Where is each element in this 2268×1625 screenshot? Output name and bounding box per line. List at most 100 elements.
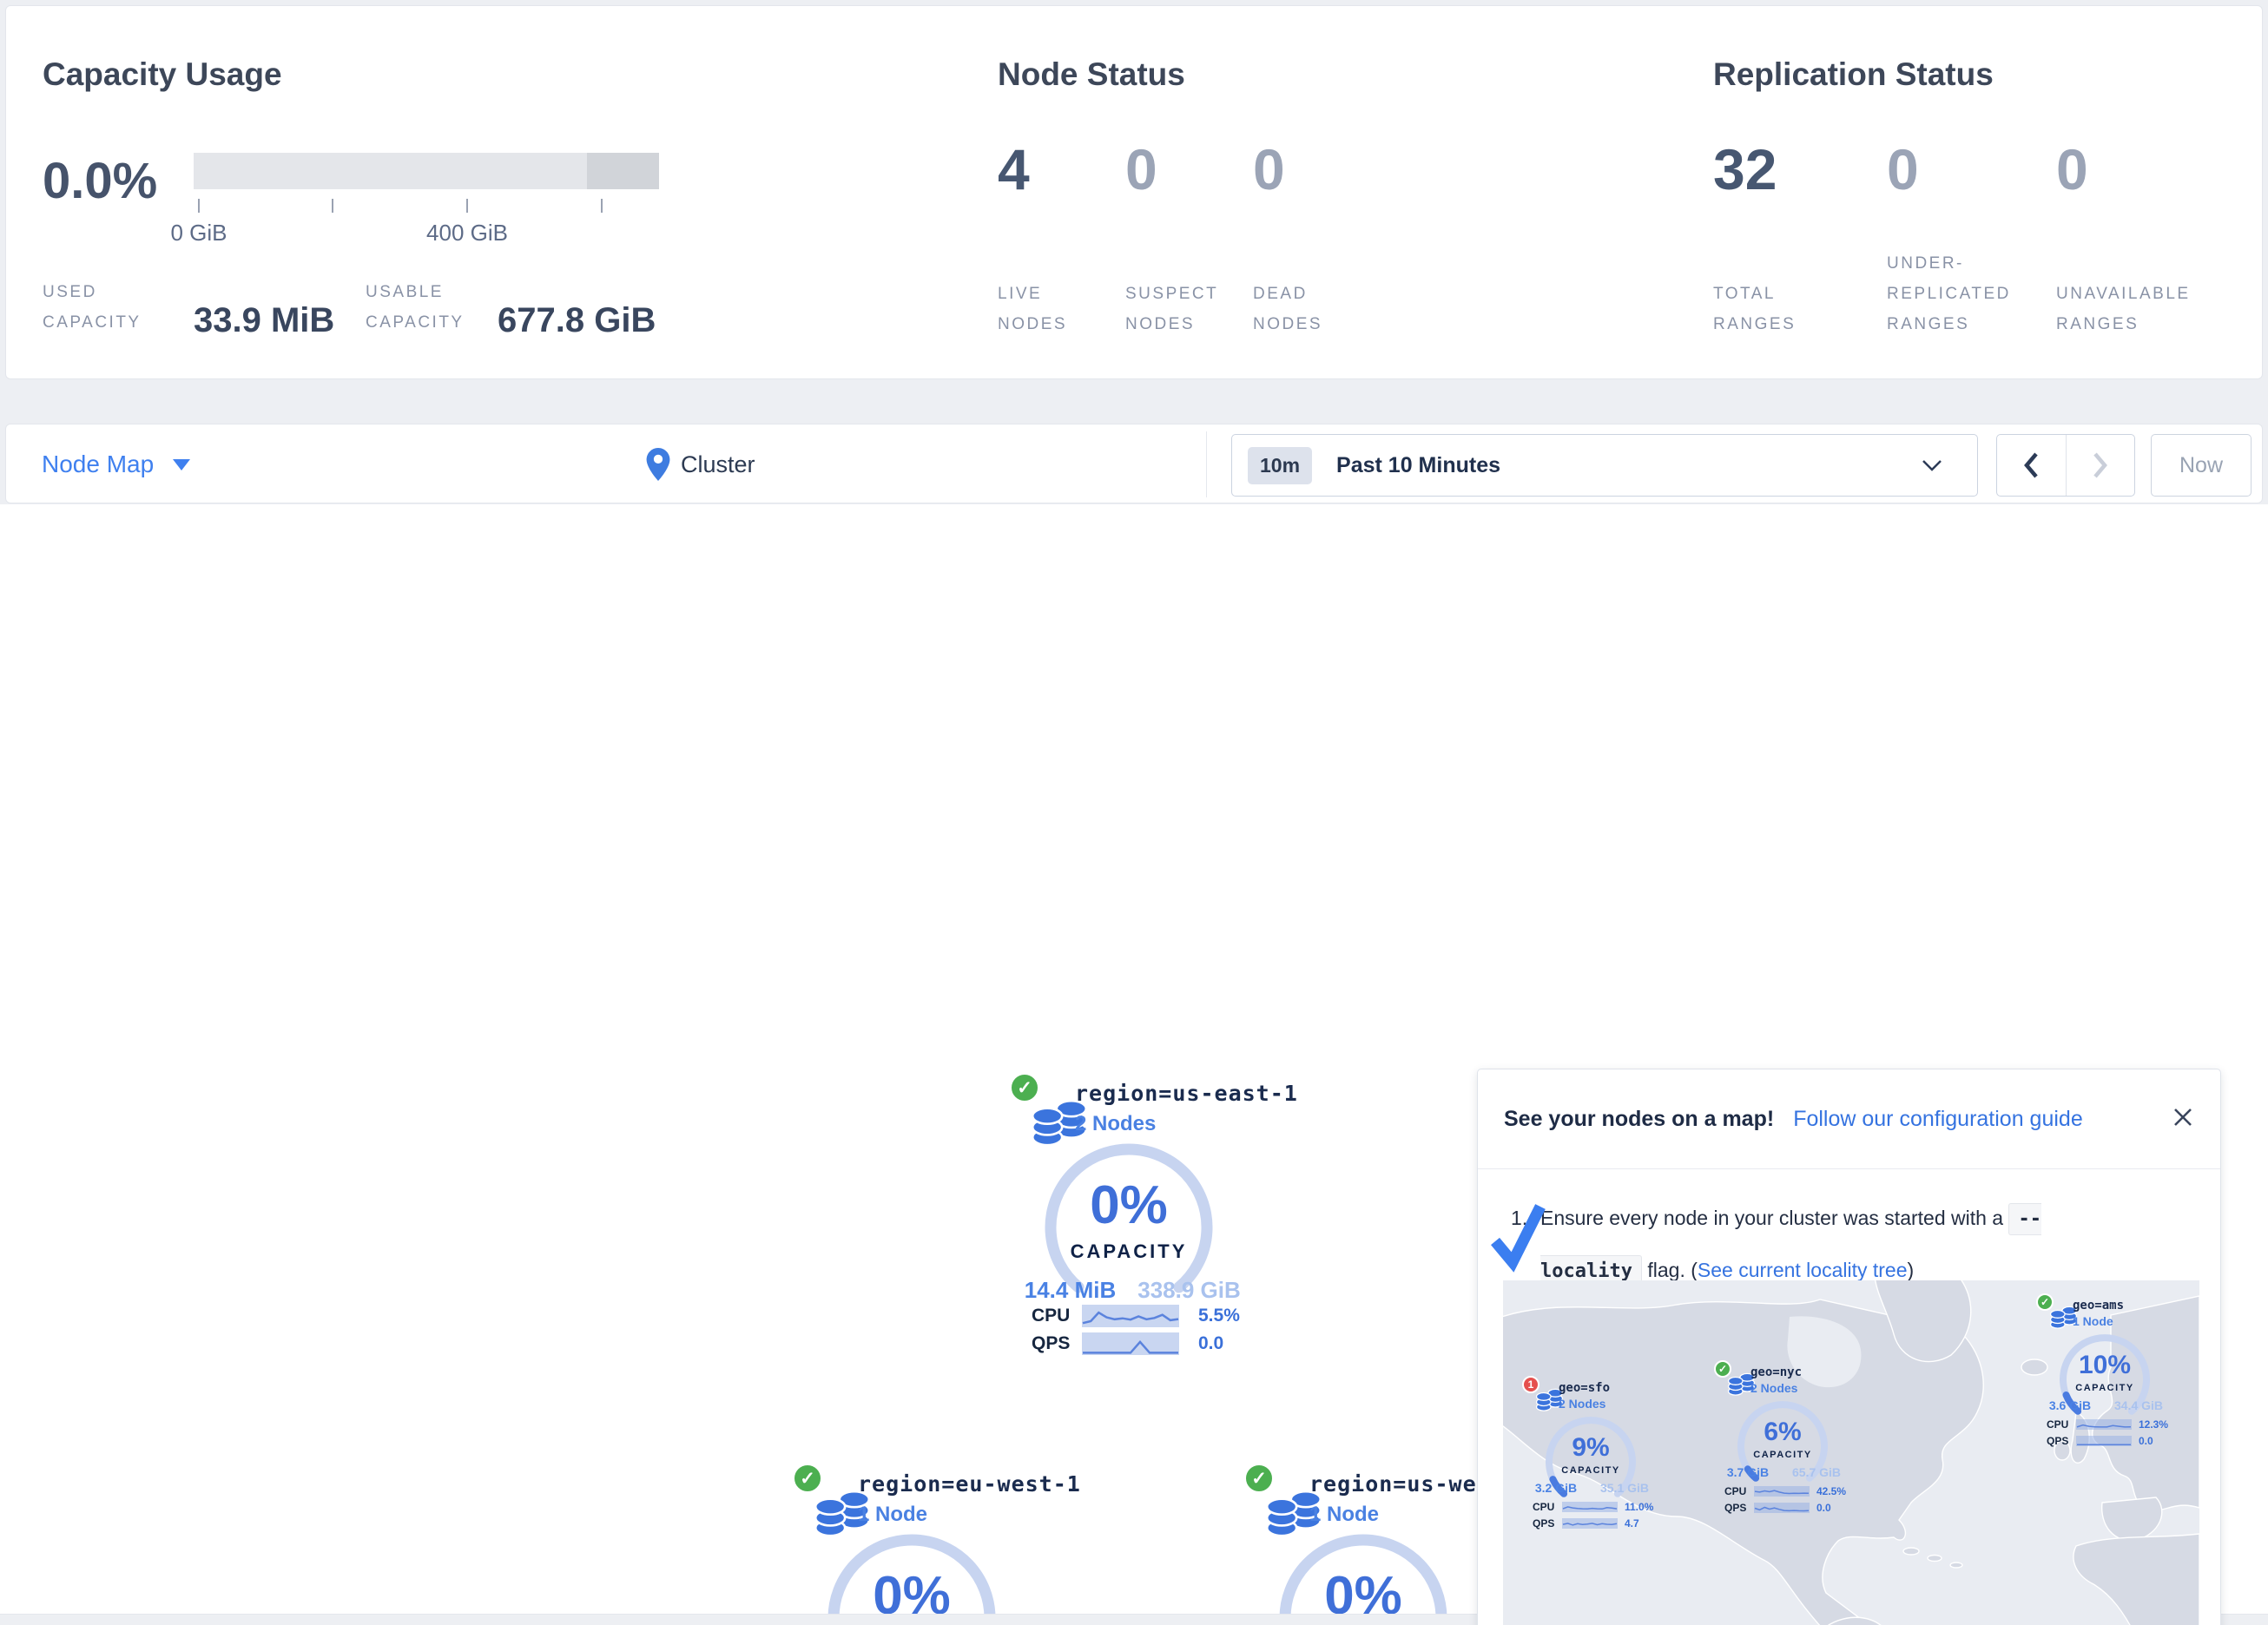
locality-name: region=eu-west-1 <box>858 1471 1081 1497</box>
close-icon[interactable] <box>2168 1102 2198 1132</box>
breadcrumb-label: Cluster <box>681 451 755 478</box>
live-nodes-label: LIVE NODES <box>998 256 1102 339</box>
live-nodes-count: 4 <box>998 136 1145 202</box>
used-capacity-value: 33.9 MiB <box>194 301 334 340</box>
locality-nodes-link[interactable]: 2 Nodes <box>1750 1381 1797 1395</box>
locality-name: geo=ams <box>2073 1299 2124 1312</box>
cluster-summary-card: Capacity Usage 0.0% 0 GiB 400 GiB USED C… <box>5 5 2263 379</box>
locality-tree-link[interactable]: See current locality tree <box>1698 1259 1908 1281</box>
total-ranges-count: 32 <box>1713 136 1861 202</box>
capacity-percent: 10% <box>2056 1351 2153 1380</box>
axis-tick-label: 0 GiB <box>170 220 227 247</box>
cpu-value: 42.5% <box>1816 1485 1846 1497</box>
time-range-label: Past 10 Minutes <box>1336 453 1500 478</box>
time-back-button[interactable] <box>1997 435 2066 496</box>
status-ok-icon: ✓ <box>792 1463 823 1494</box>
chevron-down-icon <box>173 459 190 470</box>
chevron-left-icon <box>2022 451 2040 479</box>
qps-label: QPS <box>1533 1517 1562 1530</box>
nodes-on-map-panel: See your nodes on a map! Follow our conf… <box>1477 1069 2221 1625</box>
capacity-bar-reserved-segment <box>587 153 659 189</box>
axis-tick-label: 400 GiB <box>426 220 508 247</box>
cpu-sparkline <box>1754 1486 1810 1497</box>
locality-nodes-link[interactable]: 2 Nodes <box>1559 1397 1605 1411</box>
time-forward-button[interactable] <box>2066 435 2135 496</box>
capacity-used-value: 3.2 GiB <box>1517 1481 1595 1495</box>
axis-tick <box>466 199 468 213</box>
capacity-percent: 6% <box>1734 1418 1831 1447</box>
capacity-usage-bar <box>194 153 659 189</box>
configuration-guide-link[interactable]: Follow our configuration guide <box>1793 1107 2083 1132</box>
cpu-label: CPU <box>1032 1306 1082 1326</box>
panel-header: See your nodes on a map! Follow our conf… <box>1478 1069 2220 1169</box>
cluster-overview-page: Capacity Usage 0.0% 0 GiB 400 GiB USED C… <box>0 0 2268 1625</box>
alert-badge: 1 <box>1522 1376 1539 1393</box>
qps-metric-row: QPS 0.0 <box>2047 1435 2153 1447</box>
capacity-caption: CAPACITY <box>2056 1383 2153 1393</box>
step-text: Ensure every node in your cluster was st… <box>1540 1207 2008 1229</box>
locality-nodes-link[interactable]: 1 Node <box>1309 1503 1379 1527</box>
locality-nodes-link[interactable]: 2 Nodes <box>1075 1112 1156 1136</box>
chevron-down-icon <box>1922 459 1942 471</box>
qps-value: 0.0 <box>1198 1333 1223 1354</box>
breadcrumb[interactable]: Cluster <box>646 444 755 485</box>
map-pin-icon <box>646 448 670 481</box>
cpu-value: 11.0% <box>1625 1501 1653 1513</box>
status-ok-icon: ✓ <box>1714 1360 1731 1378</box>
locality-nodes-link[interactable]: 1 Node <box>858 1503 927 1527</box>
step-text: ) <box>1908 1259 1915 1281</box>
usable-capacity-label: USABLE CAPACITY <box>366 277 518 338</box>
qps-sparkline <box>1082 1332 1179 1355</box>
qps-metric-row: QPS 0.0 <box>1724 1502 1831 1514</box>
usable-capacity-value: 677.8 GiB <box>498 301 656 340</box>
time-range-dropdown[interactable]: 10m Past 10 Minutes <box>1231 434 1978 497</box>
cpu-sparkline <box>1082 1305 1179 1327</box>
cpu-value: 12.3% <box>2139 1418 2168 1431</box>
locality-group-us-east-1: ✓ region=us-east-1 2 Nodes 0% CAPACITY 1… <box>1007 1069 1255 1360</box>
map-locality-geo-ams: ✓ geo=ams 1 Node 10% CAPACITY 3.6 GiB 34… <box>2036 1293 2175 1454</box>
cpu-value: 5.5% <box>1198 1306 1240 1326</box>
blue-checkmark-icon <box>1490 1198 1547 1278</box>
locality-name: geo=sfo <box>1559 1381 1610 1395</box>
world-map: 1 geo=sfo 2 Nodes 9% CAPACITY 3.2 GiB 35… <box>1503 1280 2199 1625</box>
dashboard-toolbar: Node Map Cluster 10m Past 10 Minutes <box>5 424 2263 503</box>
qps-label: QPS <box>1032 1333 1082 1354</box>
capacity-total-value: 35.1 GiB <box>1586 1481 1664 1495</box>
qps-value: 4.7 <box>1625 1517 1639 1530</box>
axis-tick <box>198 199 200 213</box>
axis-tick <box>601 199 603 213</box>
map-locality-geo-sfo: 1 geo=sfo 2 Nodes 9% CAPACITY 3.2 GiB 35… <box>1522 1376 1661 1536</box>
qps-sparkline <box>2076 1436 2132 1446</box>
status-ok-icon: ✓ <box>1009 1072 1040 1103</box>
locality-nodes-link[interactable]: 1 Node <box>2073 1314 2113 1328</box>
capacity-used-value: 14.4 MiB <box>1012 1277 1129 1304</box>
cpu-sparkline <box>1562 1502 1618 1512</box>
capacity-usage-percent: 0.0% <box>43 152 157 210</box>
under-replicated-label: UNDER-REPLICATED RANGES <box>1887 256 2047 339</box>
under-replicated-count: 0 <box>1887 136 2034 202</box>
qps-value: 0.0 <box>1816 1502 1831 1514</box>
total-ranges-label: TOTAL RANGES <box>1713 256 1817 339</box>
locality-name: geo=nyc <box>1750 1365 1802 1379</box>
locality-group-eu-west-1: ✓ region=eu-west-1 1 Node 0% CAPACITY 9.… <box>790 1459 1038 1625</box>
now-button[interactable]: Now <box>2151 434 2252 497</box>
time-pager <box>1996 434 2135 497</box>
map-locality-geo-nyc: ✓ geo=nyc 2 Nodes 6% CAPACITY 3.7 GiB 65… <box>1714 1360 1853 1521</box>
qps-metric-row: QPS 0.0 <box>1032 1332 1223 1355</box>
capacity-usage-title: Capacity Usage <box>43 56 282 93</box>
dead-nodes-count: 0 <box>1253 136 1401 202</box>
qps-sparkline <box>1562 1518 1618 1529</box>
replication-status-title: Replication Status <box>1713 56 1994 93</box>
now-button-label: Now <box>2179 453 2223 478</box>
capacity-percent: 0% <box>1039 1174 1218 1236</box>
capacity-caption: CAPACITY <box>1542 1465 1639 1476</box>
capacity-total-value: 34.4 GiB <box>2100 1398 2178 1412</box>
cpu-label: CPU <box>1533 1501 1562 1513</box>
status-ok-icon: ✓ <box>1243 1463 1275 1494</box>
qps-label: QPS <box>1724 1502 1754 1514</box>
view-selector-dropdown[interactable]: Node Map <box>42 444 190 485</box>
capacity-used-value: 3.6 GiB <box>2031 1398 2109 1412</box>
suspect-nodes-count: 0 <box>1125 136 1273 202</box>
axis-tick <box>332 199 333 213</box>
cpu-metric-row: CPU 11.0% <box>1533 1501 1653 1513</box>
